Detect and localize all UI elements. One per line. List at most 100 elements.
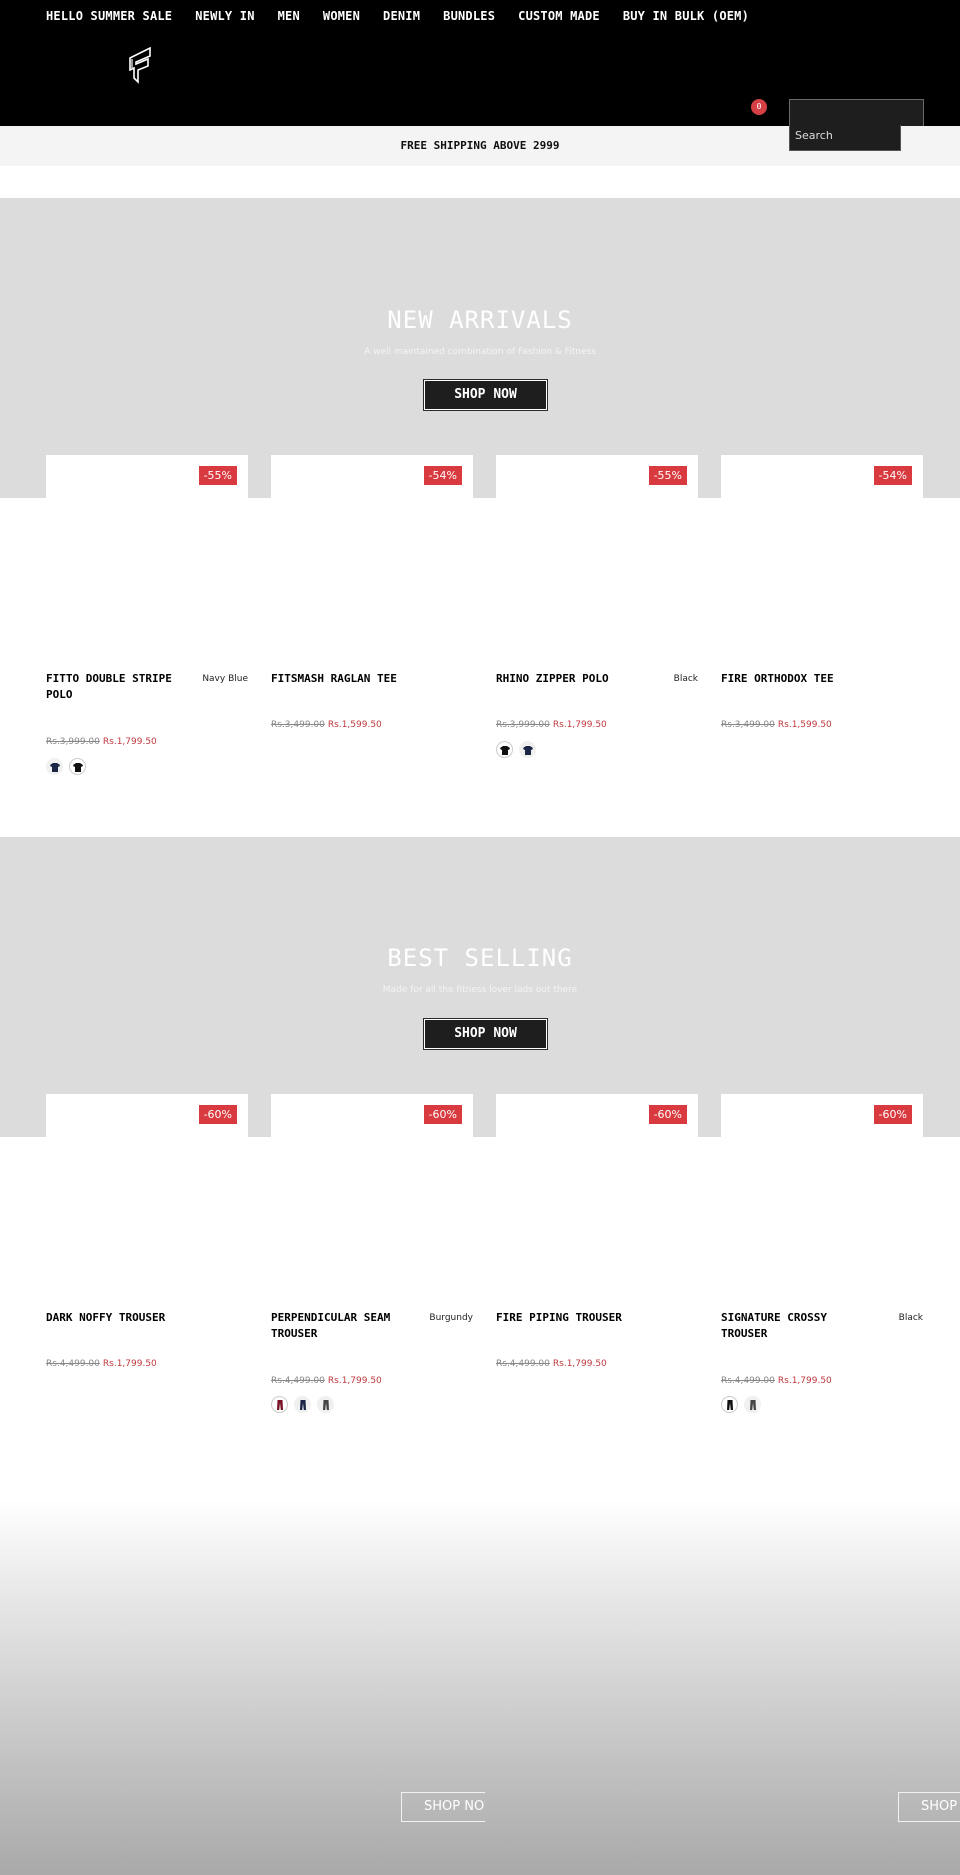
discount-badge: -60% <box>648 1105 687 1124</box>
new-arrivals-hero: NEW ARRIVALS A well maintained combinati… <box>0 198 960 498</box>
original-price: Rs.3,499.00 <box>721 720 775 730</box>
best-selling-hero: BEST SELLING Made for all the fitness lo… <box>0 837 960 1137</box>
sale-price: Rs.1,799.50 <box>552 720 607 730</box>
color-swatch[interactable] <box>294 1396 311 1413</box>
product-image[interactable]: -60% <box>271 1094 473 1294</box>
product-card[interactable]: -55% RHINO ZIPPER POLO Black Rs.3,999.00… <box>496 455 698 758</box>
product-price: Rs.3,999.00 Rs.1,799.50 <box>496 720 607 730</box>
product-price: Rs.3,499.00 Rs.1,599.50 <box>721 720 832 730</box>
nav-item-summer-sale[interactable]: HELLO SUMMER SALE <box>46 9 172 23</box>
nav-item-custom-made[interactable]: CUSTOM MADE <box>518 9 600 23</box>
trouser-icon <box>299 1399 306 1410</box>
sale-price: Rs.1,799.50 <box>102 1359 157 1369</box>
nav-item-denim[interactable]: DENIM <box>383 9 420 23</box>
product-color: Black <box>673 674 698 684</box>
product-price: Rs.4,499.00 Rs.1,799.50 <box>721 1376 832 1386</box>
product-image[interactable]: -60% <box>721 1094 923 1294</box>
product-title[interactable]: FITTO DOUBLE STRIPE POLO <box>46 671 176 703</box>
sale-price: Rs.1,799.50 <box>327 1376 382 1386</box>
color-swatches <box>496 741 536 758</box>
product-title[interactable]: FITSMASH RAGLAN TEE <box>271 671 471 687</box>
section-subtitle: A well maintained combination of Fashion… <box>364 347 596 357</box>
banner-shop-now-button[interactable]: SHOP NOW <box>401 1792 485 1822</box>
discount-badge: -55% <box>198 466 237 485</box>
discount-badge: -60% <box>423 1105 462 1124</box>
section-subtitle: Made for all the fitness lover lads out … <box>382 985 578 995</box>
color-swatches <box>46 758 86 775</box>
section-title: NEW ARRIVALS <box>387 306 573 334</box>
product-title[interactable]: FIRE ORTHODOX TEE <box>721 671 921 687</box>
trouser-icon <box>749 1399 756 1410</box>
nav-item-men[interactable]: MEN <box>278 9 300 23</box>
nav-item-bundles[interactable]: BUNDLES <box>443 9 495 23</box>
trouser-icon <box>276 1399 283 1410</box>
banner-shop-now-button[interactable]: SHOP NOW <box>898 1792 960 1822</box>
shop-now-button[interactable]: SHOP NOW <box>423 1018 548 1050</box>
discount-badge: -54% <box>873 466 912 485</box>
product-image[interactable]: -60% <box>496 1094 698 1294</box>
product-title[interactable]: FIRE PIPING TROUSER <box>496 1310 696 1326</box>
product-card[interactable]: -60% SIGNATURE CROSSY TROUSER Black Rs.4… <box>721 1094 923 1413</box>
product-card[interactable]: -54% FITSMASH RAGLAN TEE Rs.3,499.00 Rs.1… <box>271 455 473 730</box>
product-title[interactable]: DARK NOFFY TROUSER <box>46 1310 246 1326</box>
color-swatch[interactable] <box>496 741 513 758</box>
color-swatch[interactable] <box>69 758 86 775</box>
trouser-icon <box>726 1399 733 1410</box>
discount-badge: -60% <box>198 1105 237 1124</box>
color-swatch[interactable] <box>519 741 536 758</box>
nav-item-newly-in[interactable]: NEWLY IN <box>195 9 254 23</box>
product-price: Rs.4,499.00 Rs.1,799.50 <box>271 1376 382 1386</box>
discount-badge: -60% <box>873 1105 912 1124</box>
color-swatch[interactable] <box>46 758 63 775</box>
sale-price: Rs.1,599.50 <box>327 720 382 730</box>
original-price: Rs.3,499.00 <box>271 720 325 730</box>
search-input[interactable]: Search <box>789 125 901 151</box>
site-header: HELLO SUMMER SALE NEWLY IN MEN WOMEN DEN… <box>0 0 960 126</box>
color-swatches <box>271 1396 334 1413</box>
product-image[interactable]: -54% <box>721 455 923 655</box>
product-card[interactable]: -55% FITTO DOUBLE STRIPE POLO Navy Blue … <box>46 455 248 775</box>
product-price: Rs.3,999.00 Rs.1,799.50 <box>46 737 157 747</box>
color-swatch[interactable] <box>271 1396 288 1413</box>
sale-price: Rs.1,599.50 <box>777 720 832 730</box>
color-swatch[interactable] <box>317 1396 334 1413</box>
discount-badge: -54% <box>423 466 462 485</box>
search-box[interactable] <box>789 99 924 126</box>
product-image[interactable]: -55% <box>46 455 248 655</box>
nav-item-women[interactable]: WOMEN <box>323 9 360 23</box>
shop-now-button[interactable]: SHOP NOW <box>423 379 548 411</box>
product-card[interactable]: -60% DARK NOFFY TROUSER Rs.4,499.00 Rs.1,… <box>46 1094 248 1369</box>
product-image[interactable]: -60% <box>46 1094 248 1294</box>
color-swatch[interactable] <box>744 1396 761 1413</box>
discount-badge: -55% <box>648 466 687 485</box>
product-title[interactable]: PERPENDICULAR SEAM TROUSER <box>271 1310 396 1342</box>
main-nav: HELLO SUMMER SALE NEWLY IN MEN WOMEN DEN… <box>46 9 772 23</box>
promo-banner-slider: SHOP NOW SHOP NOW <box>0 1500 960 1875</box>
product-color: Burgundy <box>429 1313 473 1323</box>
shirt-icon <box>72 762 83 772</box>
nav-item-buy-in-bulk[interactable]: BUY IN BULK (OEM) <box>623 9 749 23</box>
product-card[interactable]: -60% PERPENDICULAR SEAM TROUSER Burgundy… <box>271 1094 473 1413</box>
product-price: Rs.4,499.00 Rs.1,799.50 <box>496 1359 607 1369</box>
original-price: Rs.3,999.00 <box>496 720 550 730</box>
product-image[interactable]: -55% <box>496 455 698 655</box>
color-swatch[interactable] <box>721 1396 738 1413</box>
sale-price: Rs.1,799.50 <box>552 1359 607 1369</box>
shirt-icon <box>522 745 533 755</box>
trouser-icon <box>322 1399 329 1410</box>
shirt-icon <box>499 745 510 755</box>
shirt-icon <box>49 762 60 772</box>
shipping-text: FREE SHIPPING ABOVE 2999 <box>400 139 560 152</box>
product-card[interactable]: -54% FIRE ORTHODOX TEE Rs.3,499.00 Rs.1,5… <box>721 455 923 730</box>
original-price: Rs.4,499.00 <box>496 1359 550 1369</box>
brand-logo[interactable] <box>126 46 154 84</box>
product-price: Rs.4,499.00 Rs.1,799.50 <box>46 1359 157 1369</box>
product-color: Navy Blue <box>202 674 248 684</box>
cart-count-badge[interactable]: 0 <box>751 99 767 115</box>
product-title[interactable]: SIGNATURE CROSSY TROUSER <box>721 1310 846 1342</box>
logo-icon <box>129 46 151 84</box>
product-title[interactable]: RHINO ZIPPER POLO <box>496 671 646 687</box>
product-image[interactable]: -54% <box>271 455 473 655</box>
product-card[interactable]: -60% FIRE PIPING TROUSER Rs.4,499.00 Rs.1… <box>496 1094 698 1369</box>
original-price: Rs.4,499.00 <box>721 1376 775 1386</box>
